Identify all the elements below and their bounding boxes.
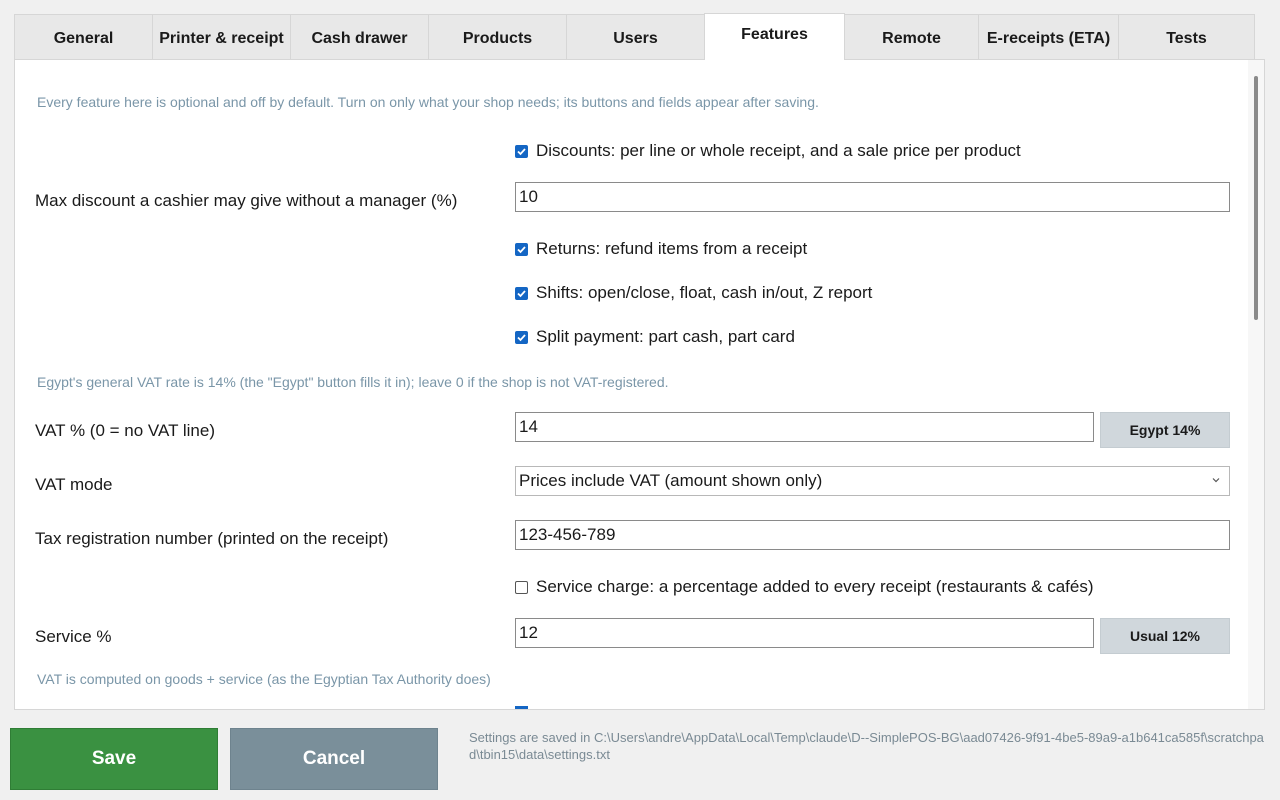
vat-percent-input[interactable]: 14 (515, 412, 1094, 442)
tab-products[interactable]: Products (428, 14, 567, 60)
max-discount-input[interactable]: 10 (515, 182, 1230, 212)
checkbox-checked-icon (515, 330, 528, 344)
vat-hint: Egypt's general VAT rate is 14% (the "Eg… (37, 374, 669, 390)
tab-e-receipts[interactable]: E-receipts (ETA) (978, 14, 1119, 60)
shifts-checkbox[interactable]: Shifts: open/close, float, cash in/out, … (515, 283, 872, 303)
service-charge-label: Service charge: a percentage added to ev… (536, 577, 1094, 596)
vat-mode-select[interactable]: Prices include VAT (amount shown only) (515, 466, 1230, 496)
tab-general[interactable]: General (14, 14, 153, 60)
tax-reg-input[interactable]: 123-456-789 (515, 520, 1230, 550)
vat-mode-value: Prices include VAT (amount shown only) (519, 471, 823, 490)
vat-percent-label: VAT % (0 = no VAT line) (35, 421, 215, 440)
checkbox-unchecked-icon (515, 580, 528, 594)
cancel-button[interactable]: Cancel (230, 728, 438, 790)
max-discount-label: Max discount a cashier may give without … (35, 191, 458, 210)
discounts-checkbox[interactable]: Discounts: per line or whole receipt, an… (515, 141, 1021, 161)
checkbox-checked-icon (515, 706, 528, 709)
tab-remote[interactable]: Remote (844, 14, 979, 60)
checkbox-checked-icon (515, 286, 528, 300)
service-percent-input[interactable]: 12 (515, 618, 1094, 648)
checkbox-checked-icon (515, 144, 528, 158)
service-percent-label: Service % (35, 627, 112, 646)
tab-users[interactable]: Users (566, 14, 705, 60)
checkbox-checked-icon (515, 242, 528, 256)
vertical-scrollbar[interactable] (1248, 60, 1264, 709)
features-panel: Every feature here is optional and off b… (14, 59, 1265, 710)
intro-hint: Every feature here is optional and off b… (37, 94, 819, 110)
tax-reg-label: Tax registration number (printed on the … (35, 529, 389, 548)
tab-tests[interactable]: Tests (1118, 14, 1255, 60)
chevron-down-icon (1211, 474, 1221, 488)
scrollbar-thumb[interactable] (1254, 76, 1258, 320)
tab-cash-drawer[interactable]: Cash drawer (290, 14, 429, 60)
tab-bar: General Printer & receipt Cash drawer Pr… (14, 13, 1255, 60)
discounts-label: Discounts: per line or whole receipt, an… (536, 141, 1021, 160)
service-charge-checkbox[interactable]: Service charge: a percentage added to ev… (515, 577, 1094, 597)
shifts-label: Shifts: open/close, float, cash in/out, … (536, 283, 873, 302)
usual-service-button[interactable]: Usual 12% (1100, 618, 1230, 654)
save-button[interactable]: Save (10, 728, 218, 790)
returns-label: Returns: refund items from a receipt (536, 239, 808, 258)
returns-checkbox[interactable]: Returns: refund items from a receipt (515, 239, 807, 259)
split-payment-label: Split payment: part cash, part card (536, 327, 795, 346)
settings-path-note: Settings are saved in C:\Users\andre\App… (469, 730, 1264, 762)
tab-features[interactable]: Features (704, 13, 845, 60)
split-payment-checkbox[interactable]: Split payment: part cash, part card (515, 327, 795, 347)
service-hint: VAT is computed on goods + service (as t… (37, 671, 491, 687)
egypt-vat-button[interactable]: Egypt 14% (1100, 412, 1230, 448)
clipped-checkbox-row (515, 706, 536, 709)
tab-printer-receipt[interactable]: Printer & receipt (152, 14, 291, 60)
vat-mode-label: VAT mode (35, 475, 113, 494)
